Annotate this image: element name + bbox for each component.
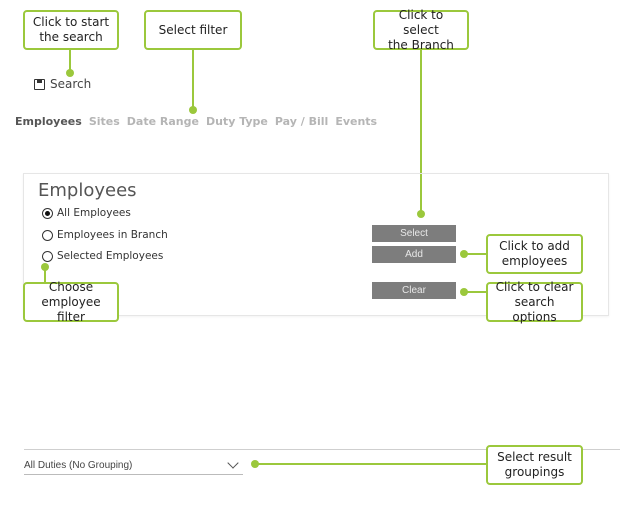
radio-button[interactable]: [42, 207, 53, 219]
connector-dot: [189, 106, 197, 114]
callout-choose-filter: Choose employee filter: [23, 280, 119, 324]
panel-title: Employees: [38, 180, 137, 201]
callout-add-employees: Click to add employees: [486, 234, 583, 274]
callout-clear-search: Click to clear search options: [486, 280, 583, 324]
callout-start-search: Click to start the search: [23, 10, 119, 50]
connector-line: [464, 291, 486, 293]
radio-label: All Employees: [57, 207, 131, 219]
radio-button[interactable]: [42, 229, 53, 241]
clear-button[interactable]: Clear: [372, 282, 456, 299]
tab-employees[interactable]: Employees: [15, 115, 82, 128]
radio-employees-in-branch[interactable]: Employees in Branch: [42, 229, 168, 241]
radio-button[interactable]: [42, 250, 53, 262]
callout-select-filter: Select filter: [144, 10, 242, 50]
connector-line: [256, 463, 486, 465]
radio-label: Employees in Branch: [57, 229, 168, 241]
radio-label: Selected Employees: [57, 250, 164, 262]
tab-duty-type[interactable]: Duty Type: [206, 115, 268, 128]
select-button[interactable]: Select: [372, 225, 456, 242]
tab-date-range[interactable]: Date Range: [127, 115, 199, 128]
filter-tabs: Employees Sites Date Range Duty Type Pay…: [15, 115, 377, 128]
callout-select-branch: Click to select the Branch: [373, 8, 469, 52]
connector-line: [464, 253, 486, 255]
callout-result-groupings: Select result groupings: [486, 445, 583, 485]
search-button[interactable]: Search: [34, 77, 91, 91]
connector-dot: [66, 69, 74, 77]
connector-line: [192, 50, 194, 109]
tab-events[interactable]: Events: [335, 115, 377, 128]
chevron-down-icon: [227, 457, 239, 469]
tab-sites[interactable]: Sites: [89, 115, 120, 128]
save-icon: [34, 78, 45, 90]
grouping-value: All Duties (No Grouping): [24, 460, 133, 471]
search-label: Search: [50, 77, 92, 91]
radio-selected-employees[interactable]: Selected Employees: [42, 250, 163, 262]
add-button[interactable]: Add: [372, 246, 456, 263]
tab-pay-bill[interactable]: Pay / Bill: [275, 115, 328, 128]
radio-all-employees[interactable]: All Employees: [42, 207, 131, 219]
grouping-dropdown[interactable]: All Duties (No Grouping): [24, 457, 243, 475]
